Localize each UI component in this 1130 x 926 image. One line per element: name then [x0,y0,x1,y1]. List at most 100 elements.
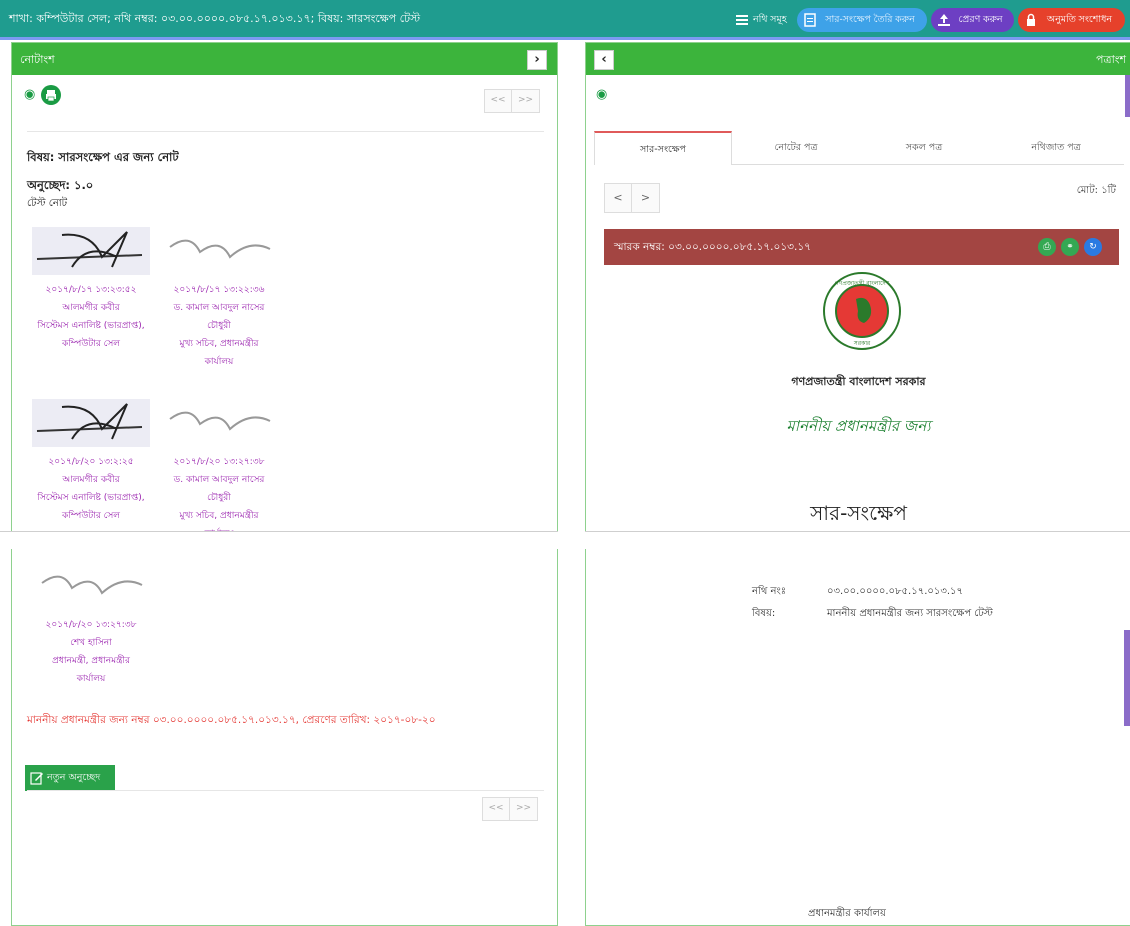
chevron-left-icon: ‹ [601,52,607,67]
prev-page-button[interactable]: << [483,798,510,820]
signature-name: আলমগীর কবীর [62,475,120,485]
signature-image [32,399,150,447]
government-seal-icon: গণপ্রজাতন্ত্রী বাংলাদেশ সরকার [823,272,901,350]
scrollbar[interactable] [1125,75,1130,117]
seam-gap [558,531,585,549]
prev-page-button[interactable]: << [485,90,512,112]
signature-role: মুখ্য সচিব, প্রধানমন্ত্রীর [179,339,259,349]
tab-all-letters[interactable]: সকল পত্র [860,131,988,165]
signature-role: মুখ্য সচিব, প্রধানমন্ত্রীর [179,511,259,521]
signature-block: ২০১৭/৮/১৭ ১৩:২২:৩৬ ড. কামাল আবদুল নাসের … [159,281,279,371]
note-panel: নোটাংশ › ◉ << >> বিষয়: সারসংক্ষেপ এর জন… [11,42,558,926]
permission-edit-button[interactable]: অনুমতি সংশোধন [1018,8,1125,32]
edit-icon [30,772,43,785]
list-icon [736,15,748,25]
upload-icon [938,14,950,26]
signature-block: ২০১৭/৮/২০ ১৩:২:২৫ আলমগীর কবীর সিস্টেমস এ… [31,453,151,525]
collapse-left-button[interactable]: ‹ [594,50,614,70]
send-button[interactable]: প্রেরণ করুন [931,8,1014,32]
letter-panel-title: পত্রাংশ [1096,53,1126,66]
signature-role: সিস্টেমস এনালিষ্ট (ভারপ্রাপ্ত), [37,321,145,331]
signature-role: চৌধুরী [207,493,231,503]
create-summary-label: সার-সংক্ষেপ তৈরি করুন [825,14,915,25]
signature-role: কার্যালয় [76,674,106,684]
eye-icon[interactable]: ◉ [596,87,607,102]
signature-name: ড. কামাল আবদুল নাসের [173,303,265,313]
signature-date: ২০১৭/৮/২০ ১৩:২:২৫ [48,457,134,467]
note-subject: বিষয়: সারসংক্ষেপ এর জন্য নোট [27,150,179,164]
org-name: গণপ্রজাতন্ত্রী বাংলাদেশ সরকার [791,375,926,388]
letter-panel: ‹ পত্রাংশ ◉ সার-সংক্ষেপ নোটের পত্র সকল প… [585,42,1130,926]
lock-icon [1027,13,1035,26]
history-icon[interactable]: ↻ [1084,238,1102,256]
expand-right-button[interactable]: › [527,50,547,70]
send-label: প্রেরণ করুন [958,14,1003,25]
prev-letter-button[interactable]: < [605,184,632,212]
chevron-right-icon: › [534,52,540,67]
signature-date: ২০১৭/৮/১৭ ১৩:২৩:৫২ [45,285,137,295]
signature-name: আলমগীর কবীর [62,303,120,313]
letter-pager: < > [604,183,660,213]
paragraph-number: অনুচ্ছেদ: ১.০ [27,178,94,192]
next-page-button[interactable]: >> [512,90,539,112]
file-list-label: নথি সমূহ [753,14,787,25]
note-text: টেস্ট নোট [27,198,68,209]
note-panel-header: নোটাংশ › [12,43,557,75]
subject-value: মাননীয় প্রধানমন্ত্রীর জন্য সারসংক্ষেপ ট… [827,608,993,619]
scrollbar[interactable] [1124,630,1130,726]
signature-image [160,399,278,447]
total-count: মোট: ১টি [1076,185,1116,196]
top-bar: শাখা: কম্পিউটার সেল; নথি নম্বর: ০৩.০০.০০… [0,0,1130,40]
divider [27,790,544,791]
signature-image [32,227,150,275]
signature-block: ২০১৭/৮/২০ ১৩:২৭:৩৮ শেখ হাসিনা প্রধানমন্ত… [31,616,151,688]
signature-role: সিস্টেমস এনালিষ্ট (ভারপ্রাপ্ত), [37,493,145,503]
letter-panel-header: ‹ পত্রাংশ [586,43,1130,75]
memo-bar: স্মারক নম্বর: ০৩.০০.০০০০.০৮৫.১৭.০১৩.১৭ ⎙… [604,229,1119,265]
office-name: প্রধানমন্ত্রীর কার্যালয় [808,908,886,919]
new-paragraph-button[interactable]: নতুন অনুচ্ছেদ [25,765,115,791]
signature-name: ড. কামাল আবদুল নাসের [173,475,265,485]
note-panel-title: নোটাংশ [20,53,55,66]
eye-icon[interactable]: ◉ [24,87,35,102]
tab-summary[interactable]: সার-সংক্ষেপ [594,131,732,165]
tab-filed-letters[interactable]: নথিজাত পত্র [988,131,1124,165]
document-icon [804,13,816,27]
next-letter-button[interactable]: > [632,184,659,212]
signature-role: চৌধুরী [207,321,231,331]
tab-note-letters[interactable]: নোটের পত্র [732,131,860,165]
for-recipient: মাননীয় প্রধানমন্ত্রীর জন্য [786,417,931,435]
seal-top-text: গণপ্রজাতন্ত্রী বাংলাদেশ [835,279,890,287]
signature-date: ২০১৭/৮/২০ ১৩:২৭:৩৮ [45,620,137,630]
signature-image [160,227,278,275]
signature-role: কার্যালয় [204,357,234,367]
file-list-button[interactable]: নথি সমূহ [729,8,793,32]
signature-role: কম্পিউটার সেল [62,511,120,521]
signature-date: ২০১৭/৮/২০ ১৩:২৭:৩৮ [173,457,265,467]
seal-bottom-text: সরকার [853,340,871,347]
new-paragraph-label: নতুন অনুচ্ছেদ [47,772,101,783]
doc-title: সার-সংক্ষেপ [810,501,907,525]
signature-role: কম্পিউটার সেল [62,339,120,349]
sent-info: মাননীয় প্রধানমন্ত্রীর জন্য নম্বর ০৩.০০.… [27,714,436,726]
signature-block: ২০১৭/৮/১৭ ১৩:২৩:৫২ আলমগীর কবীর সিস্টেমস … [31,281,151,353]
print-icon[interactable]: ⎙ [1038,238,1056,256]
subject-label: বিষয়: [752,608,776,619]
divider [27,131,544,132]
note-pager-bottom: << >> [482,797,538,821]
permission-edit-label: অনুমতি সংশোধন [1046,14,1113,25]
memo-number: স্মারক নম্বর: ০৩.০০.০০০০.০৮৫.১৭.০১৩.১৭ [614,241,811,253]
signature-role: প্রধানমন্ত্রী, প্রধানমন্ত্রীর [52,656,130,666]
attachment-icon[interactable]: ⚭ [1061,238,1079,256]
signature-name: শেখ হাসিনা [70,638,112,648]
print-icon[interactable] [41,85,61,105]
breadcrumb: শাখা: কম্পিউটার সেল; নথি নম্বর: ০৩.০০.০০… [9,12,421,25]
signature-image [32,563,150,611]
file-no-value: ০৩.০০.০০০০.০৮৫.১৭.০১৩.১৭ [827,586,964,597]
note-pager: << >> [484,89,540,113]
file-no-label: নথি নংঃ [752,586,787,597]
signature-date: ২০১৭/৮/১৭ ১৩:২২:৩৬ [173,285,265,295]
create-summary-button[interactable]: সার-সংক্ষেপ তৈরি করুন [797,8,927,32]
next-page-button[interactable]: >> [510,798,537,820]
signature-block: ২০১৭/৮/২০ ১৩:২৭:৩৮ ড. কামাল আবদুল নাসের … [159,453,279,543]
